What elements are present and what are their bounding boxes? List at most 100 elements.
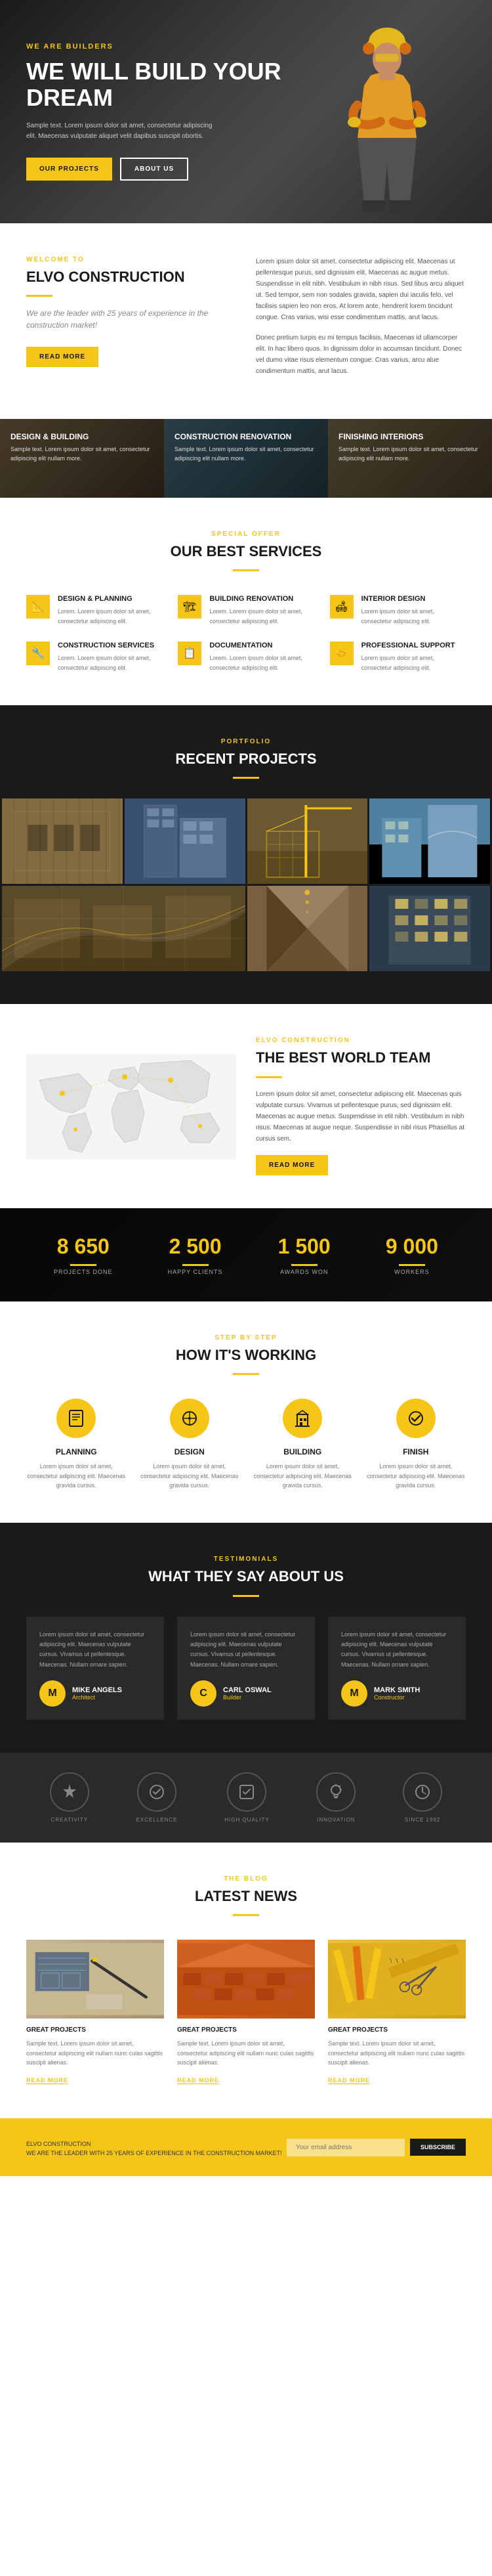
news-tag-3: GREAT PROJECTS (328, 2026, 466, 2034)
how-text-3: Lorem ipsum dolor sit amet, consectetur … (253, 1462, 353, 1490)
news-link-2[interactable]: READ MORE (177, 2077, 219, 2084)
feature-content-2: CONSTRUCTION RENOVATION Sample text. Lor… (164, 419, 328, 476)
portfolio-item-2[interactable] (125, 798, 245, 884)
hero-worker-illustration (321, 20, 453, 223)
badge-circle-3 (227, 1772, 266, 1812)
services-label: SPECIAL OFFER (26, 531, 466, 538)
feature-text-1: Sample text. Lorem ipsum dolor sit amet,… (10, 445, 154, 463)
badge-label-4: INNOVATION (316, 1817, 356, 1823)
stat-number-2: 2 500 (168, 1234, 223, 1259)
team-read-more-button[interactable]: READ MORE (256, 1155, 328, 1175)
testimonial-author-2: C CARL OSWAL Builder (190, 1680, 302, 1707)
portfolio-item-6[interactable] (247, 886, 368, 971)
how-item-1: PLANNING Lorem ipsum dolor sit amet, con… (26, 1399, 127, 1490)
stat-bar-3 (291, 1264, 318, 1266)
hero-description: Sample text. Lorem ipsum dolor sit amet,… (26, 121, 223, 142)
service-detail-2: BUILDING RENOVATION Lorem. Lorem ipsum d… (209, 595, 314, 626)
how-divider (233, 1373, 259, 1375)
portfolio-title: RECENT PROJECTS (0, 751, 492, 768)
how-grid: PLANNING Lorem ipsum dolor sit amet, con… (26, 1399, 466, 1490)
testimonial-info-2: CARL OSWAL Builder (223, 1686, 272, 1701)
how-title-4: FINISH (366, 1447, 466, 1456)
stat-number-4: 9 000 (386, 1234, 438, 1259)
news-image-3 (328, 1940, 466, 2019)
about-us-button[interactable]: ABOUT US (120, 158, 188, 181)
planning-icon (67, 1409, 85, 1428)
welcome-text-2: Donec pretium turpis eu mi tempus facili… (256, 332, 466, 377)
news-link-3[interactable]: READ MORE (328, 2077, 370, 2084)
hero-section: WE ARE BUILDERS WE WILL BUILD YOUR DREAM… (0, 0, 492, 223)
news-image-svg-3 (328, 1940, 466, 2019)
badge-label-1: CREATIVITY (50, 1817, 89, 1823)
portfolio-image-3 (247, 798, 368, 884)
testimonial-name-2: CARL OSWAL (223, 1686, 272, 1694)
read-more-button[interactable]: READ MORE (26, 347, 98, 367)
service-icon-3: 🛋 (330, 595, 354, 619)
portfolio-item-3[interactable] (247, 798, 368, 884)
stat-number-1: 8 650 (54, 1234, 113, 1259)
footer-brand: ELVO CONSTRUCTION We are the leader with… (26, 2138, 282, 2156)
testimonial-author-1: M MIKE ANGELS Architect (39, 1680, 151, 1707)
feature-card-1[interactable]: DESIGN & BUILDING Sample text. Lorem ips… (0, 419, 164, 498)
subscribe-button[interactable]: SUBSCRIBE (410, 2139, 466, 2156)
stat-item-1: 8 650 PROJECTS DONE (54, 1234, 113, 1275)
innovation-icon (326, 1782, 346, 1802)
badge-circle-2 (137, 1772, 176, 1812)
testimonial-text-1: Lorem ipsum dolor sit amet, consectetur … (39, 1630, 151, 1670)
how-label: STEP BY STEP (26, 1334, 466, 1342)
our-projects-button[interactable]: OUR PROJECTS (26, 158, 112, 181)
footer-subscribe: SUBSCRIBE (287, 2139, 466, 2156)
team-left (26, 1054, 236, 1159)
portfolio-divider (233, 777, 259, 779)
portfolio-item-5[interactable] (2, 886, 245, 971)
badge-circle-5 (403, 1772, 442, 1812)
testimonial-role-3: Constructor (374, 1694, 420, 1701)
badges-section: CREATIVITY EXCELLENCE HIGH QUALITY (0, 1753, 492, 1843)
how-item-2: DESIGN Lorem ipsum dolor sit amet, conse… (140, 1399, 240, 1490)
testimonial-role-1: Architect (72, 1694, 122, 1701)
testimonial-avatar-3: M (341, 1680, 367, 1707)
stat-label-4: WORKERS (386, 1269, 438, 1275)
welcome-divider (26, 295, 52, 297)
feature-card-3[interactable]: FINISHING INTERIORS Sample text. Lorem i… (328, 419, 492, 498)
news-text-3: Sample text. Lorem ipsum dolor sit amet,… (328, 2039, 466, 2067)
feature-content-1: DESIGN & BUILDING Sample text. Lorem ips… (0, 419, 164, 476)
service-icon-6: 🤝 (330, 642, 354, 665)
testimonial-card-2: Lorem ipsum dolor sit amet, consectetur … (177, 1617, 315, 1720)
stat-bar-1 (70, 1264, 96, 1266)
news-grid: GREAT PROJECTS Sample text. Lorem ipsum … (26, 1940, 466, 2085)
hero-tag: WE ARE BUILDERS (26, 43, 289, 51)
footer-logo-text: ELVO CONSTRUCTION (26, 2141, 282, 2147)
subscribe-email-input[interactable] (287, 2139, 405, 2156)
welcome-title: ELVO CONSTRUCTION (26, 269, 236, 286)
badge-item-1: CREATIVITY (50, 1772, 89, 1823)
stat-label-3: AWARDS WON (278, 1269, 331, 1275)
news-title: LATEST NEWS (26, 1888, 466, 1905)
badge-label-5: SINCE 1992 (403, 1817, 442, 1823)
welcome-section: WELCOME TO ELVO CONSTRUCTION We are the … (0, 223, 492, 419)
services-header: SPECIAL OFFER OUR BEST SERVICES (26, 531, 466, 571)
welcome-left: WELCOME TO ELVO CONSTRUCTION We are the … (26, 256, 236, 386)
portfolio-item-4[interactable] (369, 798, 490, 884)
service-text-4: Lorem. Lorem ipsum dolor sit amet, conse… (58, 653, 162, 672)
news-image-1 (26, 1940, 164, 2019)
feature-card-2[interactable]: CONSTRUCTION RENOVATION Sample text. Lor… (164, 419, 328, 498)
service-text-5: Lorem. Lorem ipsum dolor sit amet, conse… (209, 653, 314, 672)
news-card-3: GREAT PROJECTS Sample text. Lorem ipsum … (328, 1940, 466, 2085)
how-icon-design (170, 1399, 209, 1438)
portfolio-item-1[interactable] (2, 798, 123, 884)
team-section: ELVO CONSTRUCTION THE BEST WORLD TEAM Lo… (0, 1004, 492, 1208)
excellence-icon (147, 1782, 167, 1802)
testimonials-label: TESTIMONIALS (26, 1556, 466, 1563)
service-text-3: Lorem ipsum dolor sit amet, consectetur … (361, 607, 466, 626)
portfolio-image-1 (2, 798, 123, 884)
testimonial-info-3: MARK SMITH Constructor (374, 1686, 420, 1701)
testimonial-author-3: M MARK SMITH Constructor (341, 1680, 453, 1707)
testimonial-info-1: MIKE ANGELS Architect (72, 1686, 122, 1701)
service-text-1: Lorem. Lorem ipsum dolor sit amet, conse… (58, 607, 162, 626)
portfolio-item-7[interactable] (369, 886, 490, 971)
stat-label-1: PROJECTS DONE (54, 1269, 113, 1275)
portfolio-section: PORTFOLIO RECENT PROJECTS (0, 705, 492, 1004)
service-item-2: 🏗 BUILDING RENOVATION Lorem. Lorem ipsum… (178, 595, 314, 626)
news-link-1[interactable]: READ MORE (26, 2077, 68, 2084)
